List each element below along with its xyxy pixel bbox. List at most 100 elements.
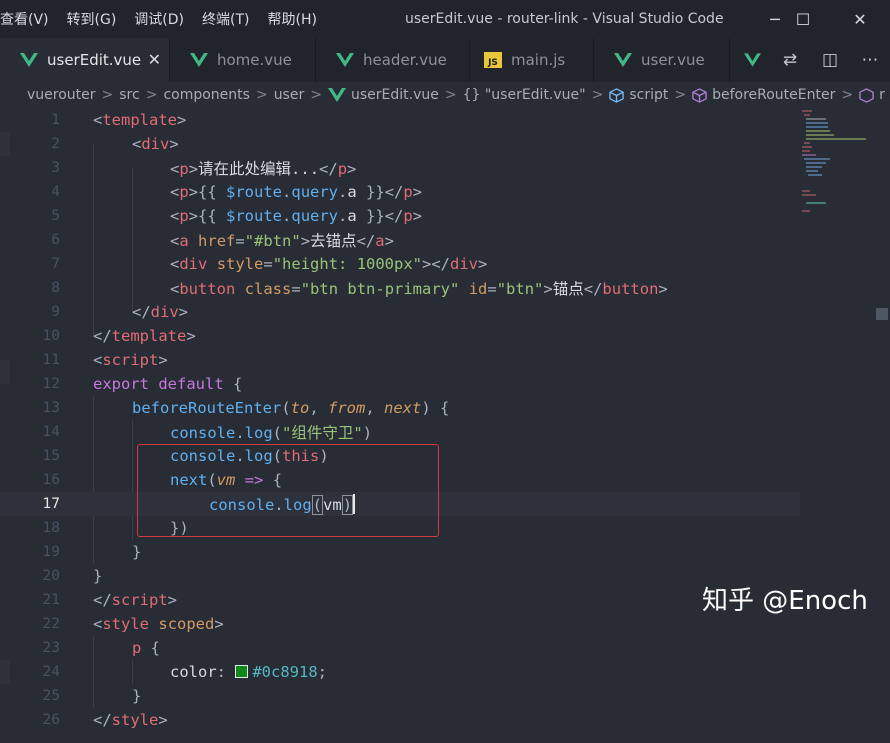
breadcrumb-separator: > — [101, 87, 114, 103]
line-number: 26 — [42, 712, 60, 728]
line-number: 12 — [42, 376, 60, 392]
code-line: 21 </script> — [0, 588, 800, 612]
line-number: 13 — [42, 400, 60, 416]
breadcrumb-symbol-truncated[interactable]: r — [859, 87, 885, 103]
breadcrumb-symbol-method[interactable]: beforeRouteEnter — [692, 87, 835, 103]
scrollbar-thumb[interactable] — [876, 308, 888, 320]
code-line: 7 <div style="height: 1000px"></div> — [0, 252, 800, 276]
vue-icon — [190, 53, 208, 67]
line-number: 6 — [51, 232, 60, 248]
code-line-current: 17 console.log(vm) — [0, 492, 800, 516]
tab-header-vue[interactable]: header.vue — [316, 38, 470, 82]
tab-label: user.vue — [641, 51, 705, 69]
line-number: 21 — [42, 592, 60, 608]
breadcrumb-item[interactable]: {} "userEdit.vue" — [463, 87, 586, 103]
code-line: 23 p { — [0, 636, 800, 660]
code-line: 13 beforeRouteEnter(to, from, next) { — [0, 396, 800, 420]
vue-icon — [744, 53, 761, 67]
breadcrumb-symbol-script[interactable]: script — [609, 87, 668, 103]
vertical-scrollbar[interactable] — [874, 108, 890, 743]
line-number: 11 — [42, 352, 60, 368]
code-line: 26 </style> — [0, 708, 800, 732]
js-icon: JS — [484, 52, 502, 68]
line-number: 16 — [42, 472, 60, 488]
code-line: 24 color: #0c8918; — [0, 660, 800, 684]
tab-label: userEdit.vue — [47, 51, 142, 69]
tab-label: home.vue — [217, 51, 292, 69]
line-number: 18 — [42, 520, 60, 536]
more-actions-icon[interactable]: ⋯ — [850, 38, 890, 82]
line-number: 17 — [42, 496, 60, 512]
split-editor-icon[interactable]: ◫ — [810, 38, 850, 82]
watermark: 知乎 @Enoch — [702, 586, 868, 616]
close-tab-icon[interactable]: ✕ — [148, 50, 161, 69]
line-number: 3 — [51, 160, 60, 176]
line-number: 8 — [51, 280, 60, 296]
code-line: 14 console.log("组件守卫") — [0, 420, 800, 444]
breadcrumb-item[interactable]: vuerouter — [27, 87, 96, 103]
line-number: 4 — [51, 184, 60, 200]
maximize-button[interactable]: ☐ — [773, 0, 833, 38]
menu-debug[interactable]: 调试(D) — [125, 0, 193, 38]
compare-changes-icon[interactable]: ⇄ — [770, 38, 810, 82]
tab-label: header.vue — [363, 51, 447, 69]
code-line: 1 <template> — [0, 108, 800, 132]
breadcrumb-symbol-label: r — [879, 87, 885, 103]
breadcrumb-item[interactable]: src — [119, 87, 139, 103]
minimap[interactable] — [800, 108, 874, 743]
breadcrumb-separator: > — [591, 87, 604, 103]
tab-actions: ⇄ ◫ ⋯ — [770, 38, 890, 82]
vue-icon — [327, 88, 346, 102]
code-line: 11 <script> — [0, 348, 800, 372]
code-line: 5 <p>{{ $route.query.a }}</p> — [0, 204, 800, 228]
menu-goto[interactable]: 转到(G) — [58, 0, 126, 38]
tab-home-vue[interactable]: home.vue — [170, 38, 316, 82]
tab-overflow-vue[interactable] — [730, 38, 770, 82]
menu-bar: 查看(V) 转到(G) 调试(D) 终端(T) 帮助(H) — [0, 0, 326, 38]
breadcrumb-item[interactable]: components — [163, 87, 250, 103]
code-line: 12 export default { — [0, 372, 800, 396]
breadcrumb-symbol-label: beforeRouteEnter — [712, 87, 836, 103]
line-number: 10 — [42, 328, 60, 344]
menu-view[interactable]: 查看(V) — [0, 0, 58, 38]
line-number: 23 — [42, 640, 60, 656]
breadcrumb-item[interactable]: user — [274, 87, 305, 103]
breadcrumb-separator: > — [145, 87, 158, 103]
code-line: 6 <a href="#btn">去锚点</a> — [0, 228, 800, 252]
code-line: 3 <p>请在此处编辑...</p> — [0, 156, 800, 180]
breadcrumb-file[interactable]: userEdit.vue — [327, 87, 439, 103]
line-number: 5 — [51, 208, 60, 224]
code-line: 18 }) — [0, 516, 800, 540]
method-icon — [692, 87, 707, 103]
line-number: 1 — [51, 112, 60, 128]
line-number: 25 — [42, 688, 60, 704]
vue-icon — [336, 53, 354, 67]
tab-label: main.js — [511, 51, 566, 69]
breadcrumb-separator: > — [841, 87, 854, 103]
code-line: 4 <p>{{ $route.query.a }}</p> — [0, 180, 800, 204]
color-swatch[interactable] — [235, 665, 249, 678]
close-window-button[interactable]: ✕ — [830, 0, 890, 38]
breadcrumb-separator: > — [310, 87, 322, 103]
breadcrumb-symbol-label: script — [629, 87, 669, 103]
method-icon — [859, 87, 874, 103]
code-line: 2 <div> — [0, 132, 800, 156]
line-number: 7 — [51, 256, 60, 272]
title-bar: 查看(V) 转到(G) 调试(D) 终端(T) 帮助(H) userEdit.v… — [0, 0, 890, 38]
breadcrumb: vuerouter > src > components > user > us… — [0, 82, 890, 108]
code-editor[interactable]: 1 <template> 2 <div> 3 <p>请在此处编辑...</p> … — [0, 108, 890, 743]
code-line: 16 next(vm => { — [0, 468, 800, 492]
tab-user-vue[interactable]: user.vue — [594, 38, 730, 82]
line-number: 19 — [42, 544, 60, 560]
menu-help[interactable]: 帮助(H) — [259, 0, 326, 38]
code-line: 9 </div> — [0, 300, 800, 324]
code-line: 20 } — [0, 564, 800, 588]
breadcrumb-file-label: userEdit.vue — [350, 87, 439, 103]
tab-useredit-vue[interactable]: userEdit.vue ✕ — [0, 38, 170, 82]
tab-main-js[interactable]: JS main.js — [470, 38, 594, 82]
line-number: 22 — [42, 616, 60, 632]
menu-terminal[interactable]: 终端(T) — [193, 0, 258, 38]
code-line: 25 } — [0, 684, 800, 708]
line-number: 24 — [42, 664, 60, 680]
text-cursor — [353, 494, 356, 514]
